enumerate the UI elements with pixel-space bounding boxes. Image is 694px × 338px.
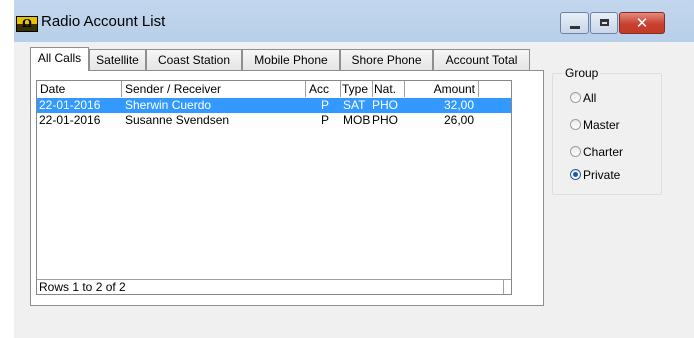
group-title: Group <box>563 66 601 81</box>
cell-type: MOB <box>343 113 371 127</box>
radio-label: Private <box>583 168 621 182</box>
radio-circle-icon[interactable] <box>570 92 581 103</box>
calls-list[interactable]: Date Sender / Receiver Acc Type Nat. Amo… <box>36 80 512 295</box>
tab-all-calls[interactable]: All Calls <box>30 47 89 71</box>
cell-nat: PHO <box>372 113 399 127</box>
cell-date: 22-01-2016 <box>39 113 101 127</box>
all-calls-panel: Date Sender / Receiver Acc Type Nat. Amo… <box>30 70 544 306</box>
maximize-button[interactable] <box>590 12 618 34</box>
cell-acc: P <box>321 98 330 112</box>
radio-label: Charter <box>583 145 624 159</box>
tab-coast-station[interactable]: Coast Station <box>146 49 242 70</box>
cell-amount: 32,00 <box>443 98 474 112</box>
radio-checked-icon[interactable] <box>570 169 581 180</box>
maximize-icon <box>600 19 609 26</box>
column-date[interactable]: Date <box>37 81 122 97</box>
minimize-icon <box>570 26 580 29</box>
cell-party: Susanne Svendsen <box>125 113 230 127</box>
cell-nat: PHO <box>372 98 399 112</box>
app-icon: Ω <box>16 16 38 32</box>
cell-date: 22-01-2016 <box>39 98 101 112</box>
table-row[interactable]: 22-01-2016 Sherwin Cuerdo P SAT PHO 32,0… <box>37 98 511 113</box>
status-divider <box>503 280 504 294</box>
window-title: Radio Account List <box>41 13 166 30</box>
close-icon: ✕ <box>635 14 649 32</box>
group-filter: Group All Master Charter Private <box>552 66 662 195</box>
title-bar[interactable]: Ω Radio Account List ✕ <box>14 0 694 42</box>
list-header: Date Sender / Receiver Acc Type Nat. Amo… <box>37 81 511 98</box>
cell-party: Sherwin Cuerdo <box>125 98 212 112</box>
radio-account-list-window: Ω Radio Account List ✕ All Calls Satelli… <box>14 0 694 338</box>
radio-label: Master <box>583 118 620 132</box>
close-button[interactable]: ✕ <box>619 12 665 34</box>
column-sender-receiver[interactable]: Sender / Receiver <box>122 81 306 97</box>
tab-mobile-phone[interactable]: Mobile Phone <box>242 49 340 70</box>
tab-account-total[interactable]: Account Total <box>433 49 530 70</box>
column-type[interactable]: Type <box>341 81 373 97</box>
tab-shore-phone[interactable]: Shore Phone <box>340 49 433 70</box>
tab-satellite[interactable]: Satellite <box>89 49 146 70</box>
column-nat[interactable]: Nat. <box>373 81 405 97</box>
column-acc[interactable]: Acc <box>306 81 341 97</box>
radio-circle-icon[interactable] <box>570 146 581 157</box>
column-amount[interactable]: Amount <box>405 81 479 97</box>
cell-type: SAT <box>343 98 366 112</box>
radio-label: All <box>583 91 597 105</box>
radio-circle-icon[interactable] <box>570 119 581 130</box>
list-status-bar: Rows 1 to 2 of 2 <box>37 279 511 294</box>
cell-acc: P <box>321 113 330 127</box>
table-row[interactable]: 22-01-2016 Susanne Svendsen P MOB PHO 26… <box>37 113 511 128</box>
row-count-text: Rows 1 to 2 of 2 <box>39 280 126 294</box>
minimize-button[interactable] <box>560 12 589 34</box>
cell-amount: 26,00 <box>443 113 474 127</box>
